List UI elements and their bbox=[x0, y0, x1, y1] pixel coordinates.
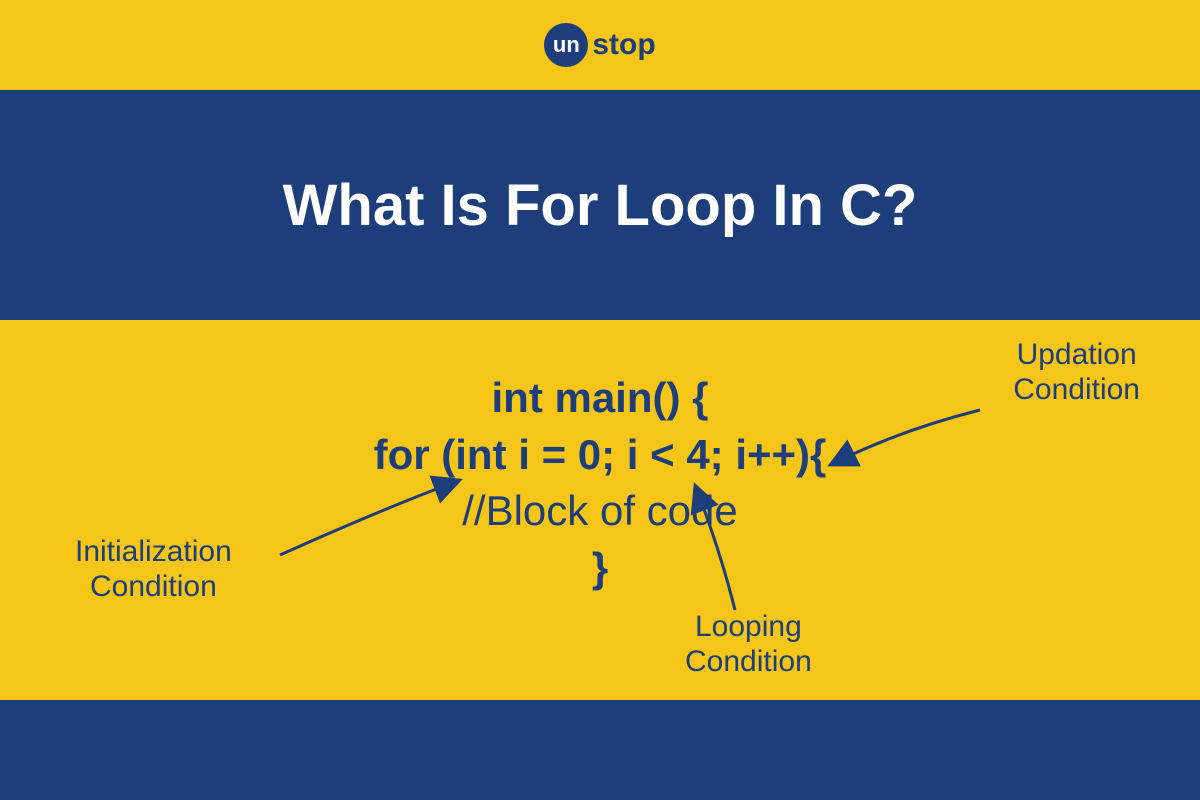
annotation-init-l1: Initialization bbox=[75, 535, 232, 570]
title-band: What Is For Loop In C? bbox=[0, 90, 1200, 320]
code-line-2: for (int i = 0; i < 4; i++){ bbox=[374, 427, 827, 484]
footer-band bbox=[0, 700, 1200, 800]
annotation-looping: Looping Condition bbox=[685, 610, 812, 679]
logo-circle: un bbox=[544, 23, 588, 67]
annotation-looping-l1: Looping bbox=[685, 610, 812, 645]
annotation-initialization: Initialization Condition bbox=[75, 535, 232, 604]
annotation-updation-l1: Updation bbox=[1013, 338, 1140, 373]
code-line-1: int main() { bbox=[374, 370, 827, 427]
content-band: int main() { for (int i = 0; i < 4; i++)… bbox=[0, 320, 1200, 700]
annotation-updation-l2: Condition bbox=[1013, 373, 1140, 408]
header-band: un stop bbox=[0, 0, 1200, 90]
logo-word: stop bbox=[592, 28, 655, 62]
code-line-4: } bbox=[374, 540, 827, 597]
code-block: int main() { for (int i = 0; i < 4; i++)… bbox=[374, 370, 827, 597]
code-line-3: //Block of code bbox=[374, 483, 827, 540]
unstop-logo: un stop bbox=[544, 23, 655, 67]
annotation-looping-l2: Condition bbox=[685, 645, 812, 680]
annotation-updation: Updation Condition bbox=[1013, 338, 1140, 407]
arrow-updation bbox=[830, 410, 980, 465]
page-title: What Is For Loop In C? bbox=[283, 172, 918, 239]
annotation-init-l2: Condition bbox=[75, 570, 232, 605]
logo-circle-text: un bbox=[553, 32, 580, 58]
